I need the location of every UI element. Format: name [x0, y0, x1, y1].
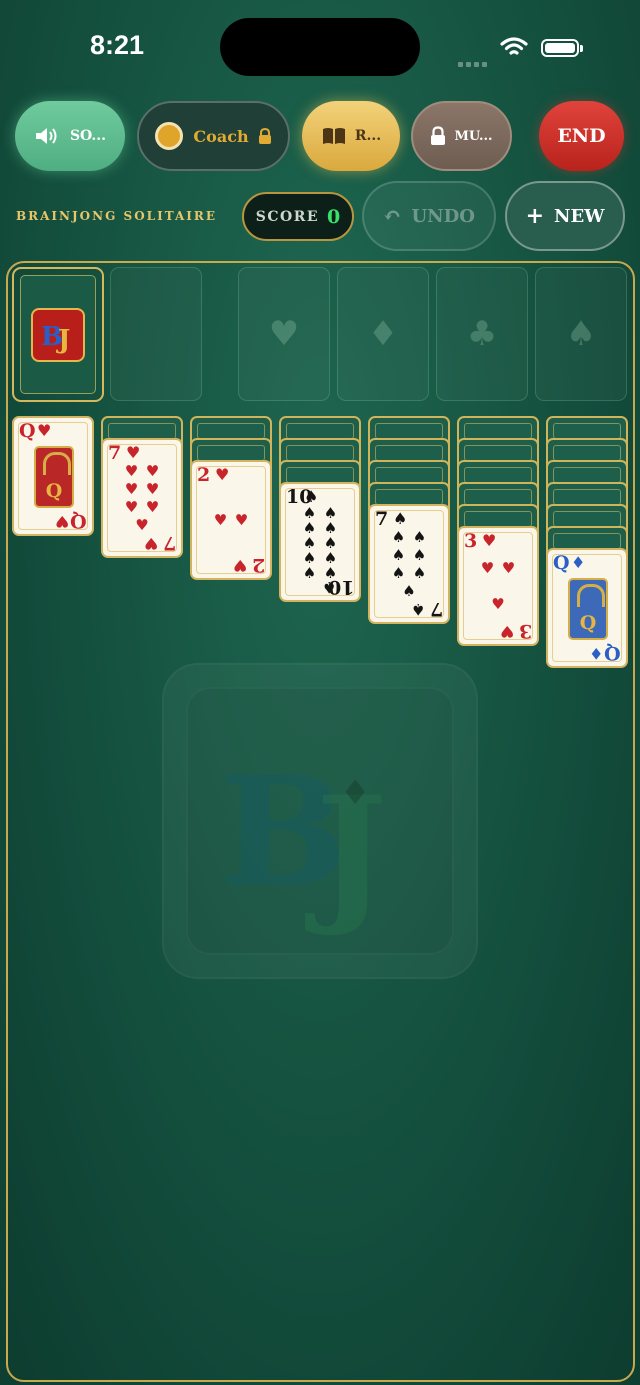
- foundation-clubs[interactable]: ♣: [436, 267, 528, 401]
- brain-logo-icon: B J ♦: [220, 744, 387, 940]
- card-rank: 7: [375, 508, 389, 530]
- speaker-icon: [35, 128, 57, 144]
- coach-label: Coach: [193, 126, 249, 146]
- card-suit-icon: ♠: [393, 509, 408, 528]
- foundation-spades[interactable]: ♠: [535, 267, 627, 401]
- card-suit-icon: ♦: [571, 553, 586, 572]
- face-up-card[interactable]: 2 ♥ ♥ ♥ ♥ 2: [190, 460, 272, 580]
- end-button[interactable]: END: [539, 101, 624, 171]
- rules-label: R...: [354, 128, 382, 144]
- foundation-diamonds[interactable]: ♦: [337, 267, 429, 401]
- status-time: 8:21: [90, 30, 145, 60]
- card-rank: 2: [197, 464, 211, 486]
- brainjong-logo-icon: B J: [31, 307, 85, 362]
- signal-icon: [458, 52, 490, 71]
- queen-portrait-icon: Q: [568, 578, 608, 640]
- card-pips: ♥ ♥ ♥: [480, 558, 516, 613]
- card-suit-icon: ♦: [588, 644, 603, 663]
- face-up-card[interactable]: Q ♦ Q ♦ Q: [546, 548, 628, 668]
- card-rank: 3: [464, 530, 478, 552]
- card-pips: ♠ ♠ ♠ ♠ ♠ ♠ ♠: [391, 527, 427, 600]
- score-label: SCORE: [255, 208, 320, 225]
- face-up-card[interactable]: 7 ♠ ♠ ♠ ♠ ♠ ♠ ♠ ♠ ♠ 7: [368, 504, 450, 624]
- battery-icon: [541, 39, 583, 57]
- card-suit-icon: ♠: [410, 600, 425, 619]
- face-up-card[interactable]: 3 ♥ ♥ ♥ ♥ ♥ 3: [457, 526, 539, 646]
- card-suit-icon: ♥: [232, 556, 247, 575]
- undo-label: UNDO: [411, 205, 475, 227]
- heart-icon: ♥: [268, 314, 300, 354]
- coin-icon: [155, 122, 184, 150]
- plus-icon: +: [525, 203, 545, 229]
- watermark-logo: B J ♦: [162, 663, 478, 979]
- card-rank: Q: [70, 510, 87, 532]
- coach-button[interactable]: Coach: [137, 101, 290, 171]
- svg-text:♦: ♦: [340, 773, 370, 813]
- sound-label: SO...: [69, 128, 107, 144]
- waste-pile[interactable]: [110, 267, 202, 401]
- undo-icon: ↶: [383, 203, 402, 229]
- undo-button[interactable]: ↶ UNDO: [362, 181, 496, 251]
- spade-icon: ♠: [565, 314, 597, 354]
- queen-portrait-icon: Q: [34, 446, 74, 508]
- rules-button[interactable]: R...: [302, 101, 400, 171]
- svg-text:J: J: [56, 325, 70, 355]
- card-suit-icon: ♥: [37, 421, 52, 440]
- card-suit-icon: ♥: [499, 622, 514, 641]
- card-rank: 3: [518, 620, 532, 642]
- card-suit-icon: ♥: [143, 534, 158, 553]
- card-pips: ♥ ♥ ♥ ♥ ♥ ♥ ♥: [124, 461, 160, 534]
- card-rank: 7: [108, 442, 122, 464]
- card-rank: 7: [429, 598, 443, 620]
- card-pips: ♠ ♠ ♠ ♠ ♠ ♠ ♠ ♠ ♠ ♠: [302, 504, 338, 582]
- card-rank: 2: [251, 554, 265, 576]
- diamond-icon: ♦: [367, 314, 399, 354]
- dynamic-island: [220, 18, 420, 76]
- card-rank: 7: [162, 532, 176, 554]
- face-up-card[interactable]: 10 ♠ ♠ ♠ ♠ ♠ ♠ ♠ ♠ ♠ ♠ ♠ ♠ 10: [279, 482, 361, 602]
- wifi-icon: [500, 37, 528, 55]
- card-suit-icon: ♥: [126, 443, 141, 462]
- new-label: NEW: [554, 205, 605, 227]
- card-rank: 10: [327, 576, 354, 598]
- lock-icon: [431, 126, 446, 145]
- lock-icon: [258, 127, 271, 144]
- face-up-card[interactable]: 7 ♥ ♥ ♥ ♥ ♥ ♥ ♥ ♥ ♥ 7: [101, 438, 183, 558]
- card-suit-icon: ♥: [215, 465, 230, 484]
- book-icon: [322, 128, 345, 144]
- music-button[interactable]: MU...: [411, 101, 512, 171]
- new-game-button[interactable]: + NEW: [505, 181, 625, 251]
- club-icon: ♣: [466, 314, 498, 354]
- score-value: 0: [327, 205, 341, 228]
- card-pips: ♥ ♥: [213, 510, 249, 529]
- card-suit-icon: ♥: [482, 531, 497, 550]
- foundation-hearts[interactable]: ♥: [238, 267, 330, 401]
- face-up-card[interactable]: Q ♥ Q ♥ Q: [12, 416, 94, 536]
- card-rank: Q: [19, 420, 36, 442]
- end-label: END: [557, 125, 606, 147]
- sound-button[interactable]: SO...: [15, 101, 125, 171]
- score-display: SCORE 0: [242, 192, 354, 241]
- card-suit-icon: ♥: [54, 512, 69, 531]
- stock-pile[interactable]: B J: [12, 267, 104, 402]
- card-rank: Q: [604, 642, 621, 664]
- card-rank: Q: [553, 552, 570, 574]
- status-bar: 8:21: [0, 0, 640, 95]
- game-title: BRAINJONG SOLITAIRE: [16, 209, 218, 223]
- music-label: MU...: [454, 128, 493, 144]
